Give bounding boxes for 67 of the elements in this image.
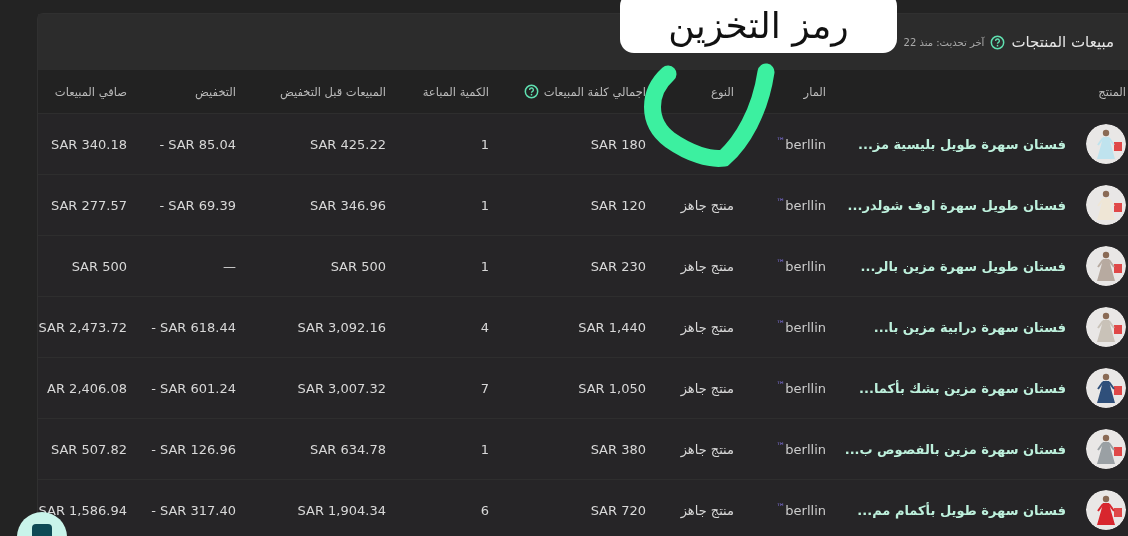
brand-name: berllin$^{™}$ (776, 503, 826, 519)
product-type: منتج جاهز (680, 441, 734, 457)
table-cell: SAR 3,007.32 (297, 380, 386, 396)
product-link[interactable]: فستان طويل سهرة مزين بالر... (860, 258, 1066, 274)
table-cell: SAR 3,092.16 (297, 319, 386, 335)
brand-name: berllin$^{™}$ (776, 259, 826, 275)
product-link[interactable]: فستان طويل سهرة اوف شولدر... (847, 197, 1066, 213)
table-cell: SAR 618.44 - (151, 319, 236, 335)
product-link[interactable]: فستان سهرة طويل بأكمام مم... (857, 502, 1066, 518)
brand-name: berllin$^{™}$ (776, 381, 826, 397)
table-cell: SAR 601.24 - (151, 380, 236, 396)
column-header: المار (803, 84, 826, 99)
table-cell: SAR 634.78 (309, 441, 386, 457)
table-cell: SAR 317.40 - (151, 502, 236, 518)
product-type: منتج جاهز (680, 319, 734, 335)
product-link[interactable]: فستان سهرة مزين بالفصوص ب... (844, 441, 1066, 457)
table-cell: SAR 1,050 (578, 380, 646, 396)
column-header: الكمية المباعة (422, 84, 489, 99)
table-cell: SAR 1,440 (578, 319, 646, 335)
table-cell: SAR 85.04 - (159, 136, 236, 152)
table-cell: SAR 720 (590, 502, 646, 518)
table-cell: SAR 277.57 (50, 197, 127, 213)
table-cell: SAR 230 (590, 258, 646, 274)
table-cell: SAR 1,904.34 (297, 502, 386, 518)
column-header: اجمالي كلفة المبيعات (543, 84, 646, 99)
product-type: منتج جاهز (680, 197, 734, 213)
table-cell: 1 (480, 197, 489, 213)
column-header: المبيعات قبل التخفيض (279, 84, 386, 99)
brand-name: berllin$^{™}$ (776, 198, 826, 214)
product-type: منتج جاهز (680, 380, 734, 396)
table-cell: SAR 500 (71, 258, 127, 274)
product-link[interactable]: فستان سهرة طويل بليسية مز... (858, 136, 1066, 152)
table-cell: 1 (480, 441, 489, 457)
table-cell: 7 (480, 380, 489, 396)
product-type: منتج جاهز (680, 502, 734, 518)
table-cell: SAR 380 (590, 441, 646, 457)
table-cell: 4 (480, 319, 489, 335)
table-cell: SAR 2,473.72 (38, 319, 127, 335)
last-updated-text: آخر تحديث: منذ 22 (903, 36, 985, 48)
product-type: منتج جاهز (680, 258, 734, 274)
column-header: النوع (711, 84, 734, 99)
table-cell: SAR 425.22 (309, 136, 386, 152)
table-cell: SAR 346.96 (309, 197, 386, 213)
help-icon[interactable] (990, 34, 1006, 50)
table-cell: SAR 120 (590, 197, 646, 213)
column-header: التخفيض (195, 84, 236, 99)
table-cell: — (223, 258, 236, 274)
product-link[interactable]: فستان سهرة درابية مزين با... (873, 319, 1066, 335)
help-icon[interactable] (523, 84, 539, 99)
table-cell: SAR 126.96 - (151, 441, 236, 457)
table-cell: SAR 500 (330, 258, 386, 274)
table-cell: 1 (480, 136, 489, 152)
brand-name: berllin$^{™}$ (776, 320, 826, 336)
table-cell: AR 2,406.08 (47, 380, 127, 396)
column-header: صافي المبيعات (54, 84, 127, 99)
card-title: مبيعات المنتجات (1011, 33, 1114, 51)
table-cell: SAR 69.39 - (159, 197, 236, 213)
table-cell: SAR 180 (590, 136, 646, 152)
brand-name: berllin$^{™}$ (776, 442, 826, 458)
table-cell: 1 (480, 258, 489, 274)
product-link[interactable]: فستان سهرة مزين بشك بأكما... (859, 380, 1066, 396)
annotation-label: رمز التخزين (620, 0, 897, 53)
table-cell: SAR 507.82 (50, 441, 127, 457)
table-cell: SAR 340.18 (50, 136, 127, 152)
table-cell: 6 (480, 502, 489, 518)
column-header: المنتج (1098, 84, 1126, 99)
brand-name: berllin$^{™}$ (776, 137, 826, 153)
